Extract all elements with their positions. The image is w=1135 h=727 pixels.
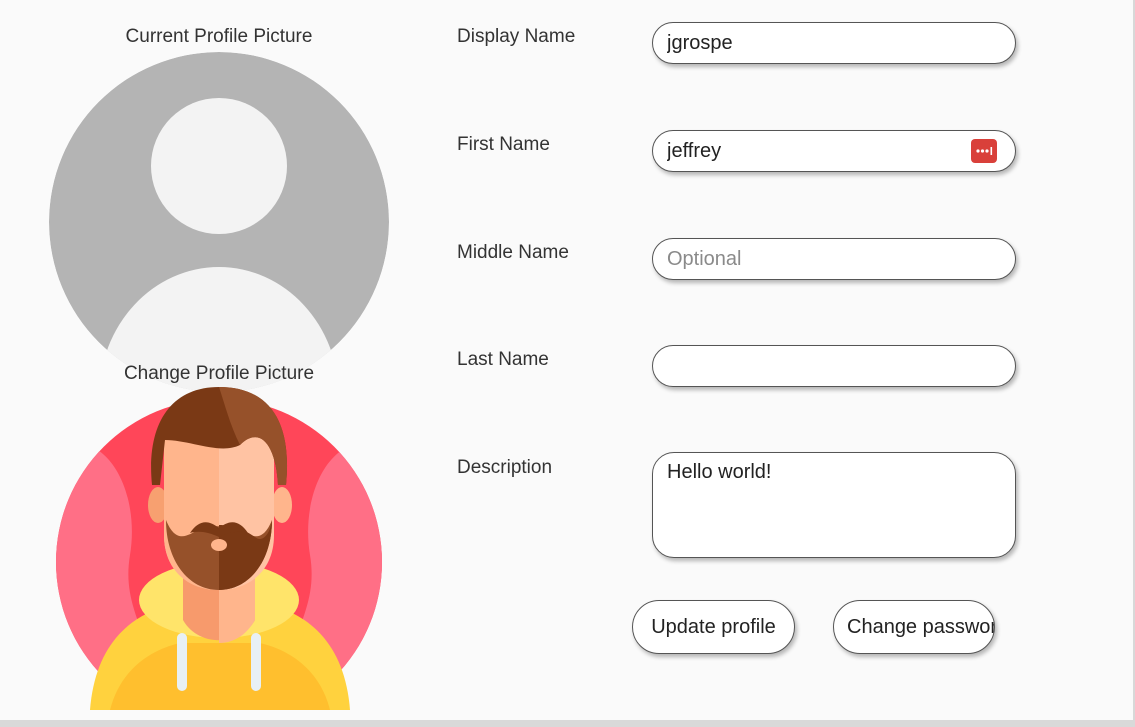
display-name-input[interactable] [652, 22, 1016, 64]
first-name-label: First Name [457, 134, 550, 155]
window-bottom-border [0, 720, 1135, 727]
change-password-button[interactable]: Change password [833, 600, 995, 654]
display-name-label: Display Name [457, 26, 576, 47]
middle-name-label: Middle Name [457, 242, 569, 263]
change-profile-picture-label: Change Profile Picture [123, 363, 315, 384]
new-profile-picture-avatar[interactable] [50, 385, 390, 710]
current-profile-picture-label: Current Profile Picture [125, 26, 313, 47]
current-profile-picture [49, 52, 389, 392]
description-textarea[interactable]: Hello world! [652, 452, 1016, 558]
password-manager-icon[interactable] [971, 139, 997, 163]
first-name-input[interactable] [652, 130, 1016, 172]
last-name-label: Last Name [457, 349, 549, 370]
description-label: Description [457, 457, 553, 478]
update-profile-button[interactable]: Update profile [632, 600, 795, 654]
last-name-input[interactable] [652, 345, 1016, 387]
middle-name-input[interactable] [652, 238, 1016, 280]
